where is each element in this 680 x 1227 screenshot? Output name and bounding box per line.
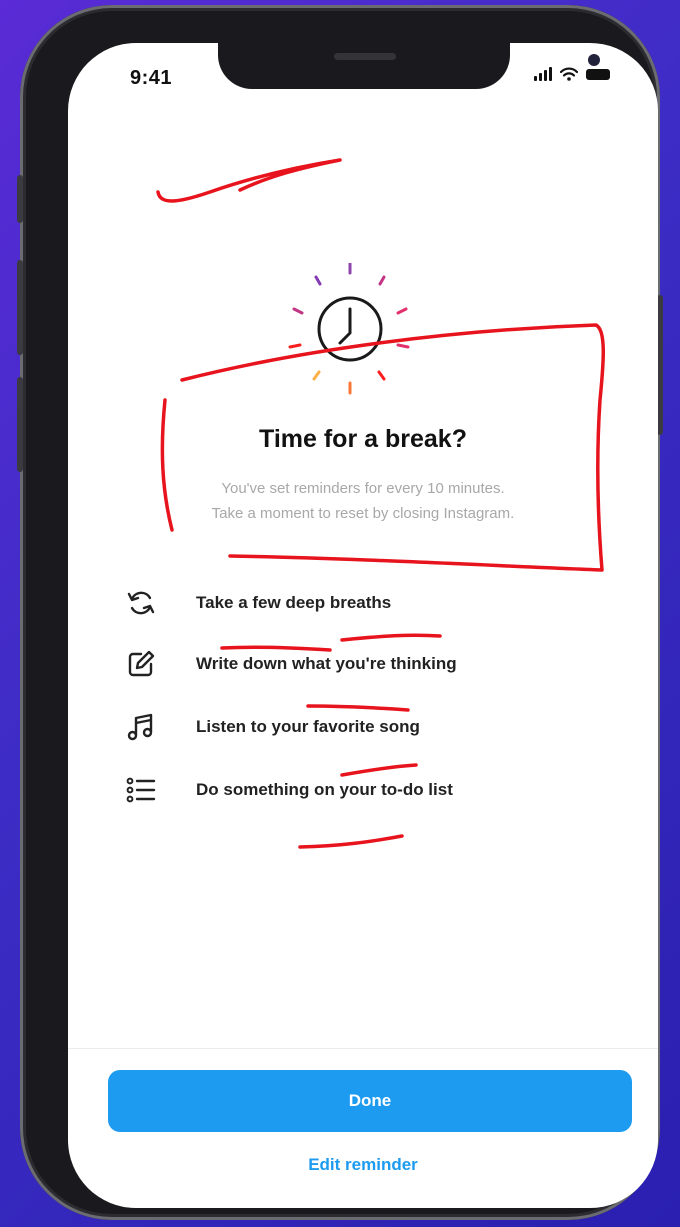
clock-icon — [288, 261, 438, 413]
page-title: Time for a break? — [259, 425, 467, 453]
list-icon — [126, 775, 156, 805]
music-note-icon — [126, 712, 156, 742]
edit-icon — [126, 649, 156, 679]
subtitle-line-1: You've set reminders for every 10 minute… — [221, 480, 505, 497]
tip-item-todo: Do something on your to-do list — [126, 770, 453, 810]
side-button-volume-down — [17, 377, 23, 472]
tip-label: Take a few deep breaths — [196, 593, 392, 612]
front-camera — [588, 54, 600, 66]
speaker — [334, 53, 396, 60]
phone-screen: 9:41 Time for a break? You've set remind… — [68, 43, 658, 1208]
side-button-volume-up — [17, 260, 23, 355]
side-button-silent — [17, 175, 23, 223]
tip-item-write: Write down what you're thinking — [126, 644, 457, 684]
status-icons — [534, 67, 610, 81]
tip-label: Listen to your favorite song — [196, 717, 420, 736]
tip-item-breaths: Take a few deep breaths — [126, 583, 391, 623]
divider — [68, 1048, 658, 1049]
wifi-icon — [560, 67, 578, 81]
subtitle-line-2: Take a moment to reset by closing Instag… — [211, 505, 515, 522]
notch — [218, 43, 600, 89]
tip-item-song: Listen to your favorite song — [126, 707, 420, 747]
edit-reminder-link[interactable]: Edit reminder — [68, 1155, 658, 1175]
tip-label: Do something on your to-do list — [196, 780, 453, 799]
done-button[interactable]: Done — [108, 1070, 632, 1132]
refresh-icon — [126, 588, 156, 618]
tip-label: Write down what you're thinking — [196, 654, 457, 673]
signal-icon — [534, 67, 552, 81]
status-time: 9:41 — [130, 67, 173, 89]
battery-icon — [586, 68, 610, 80]
